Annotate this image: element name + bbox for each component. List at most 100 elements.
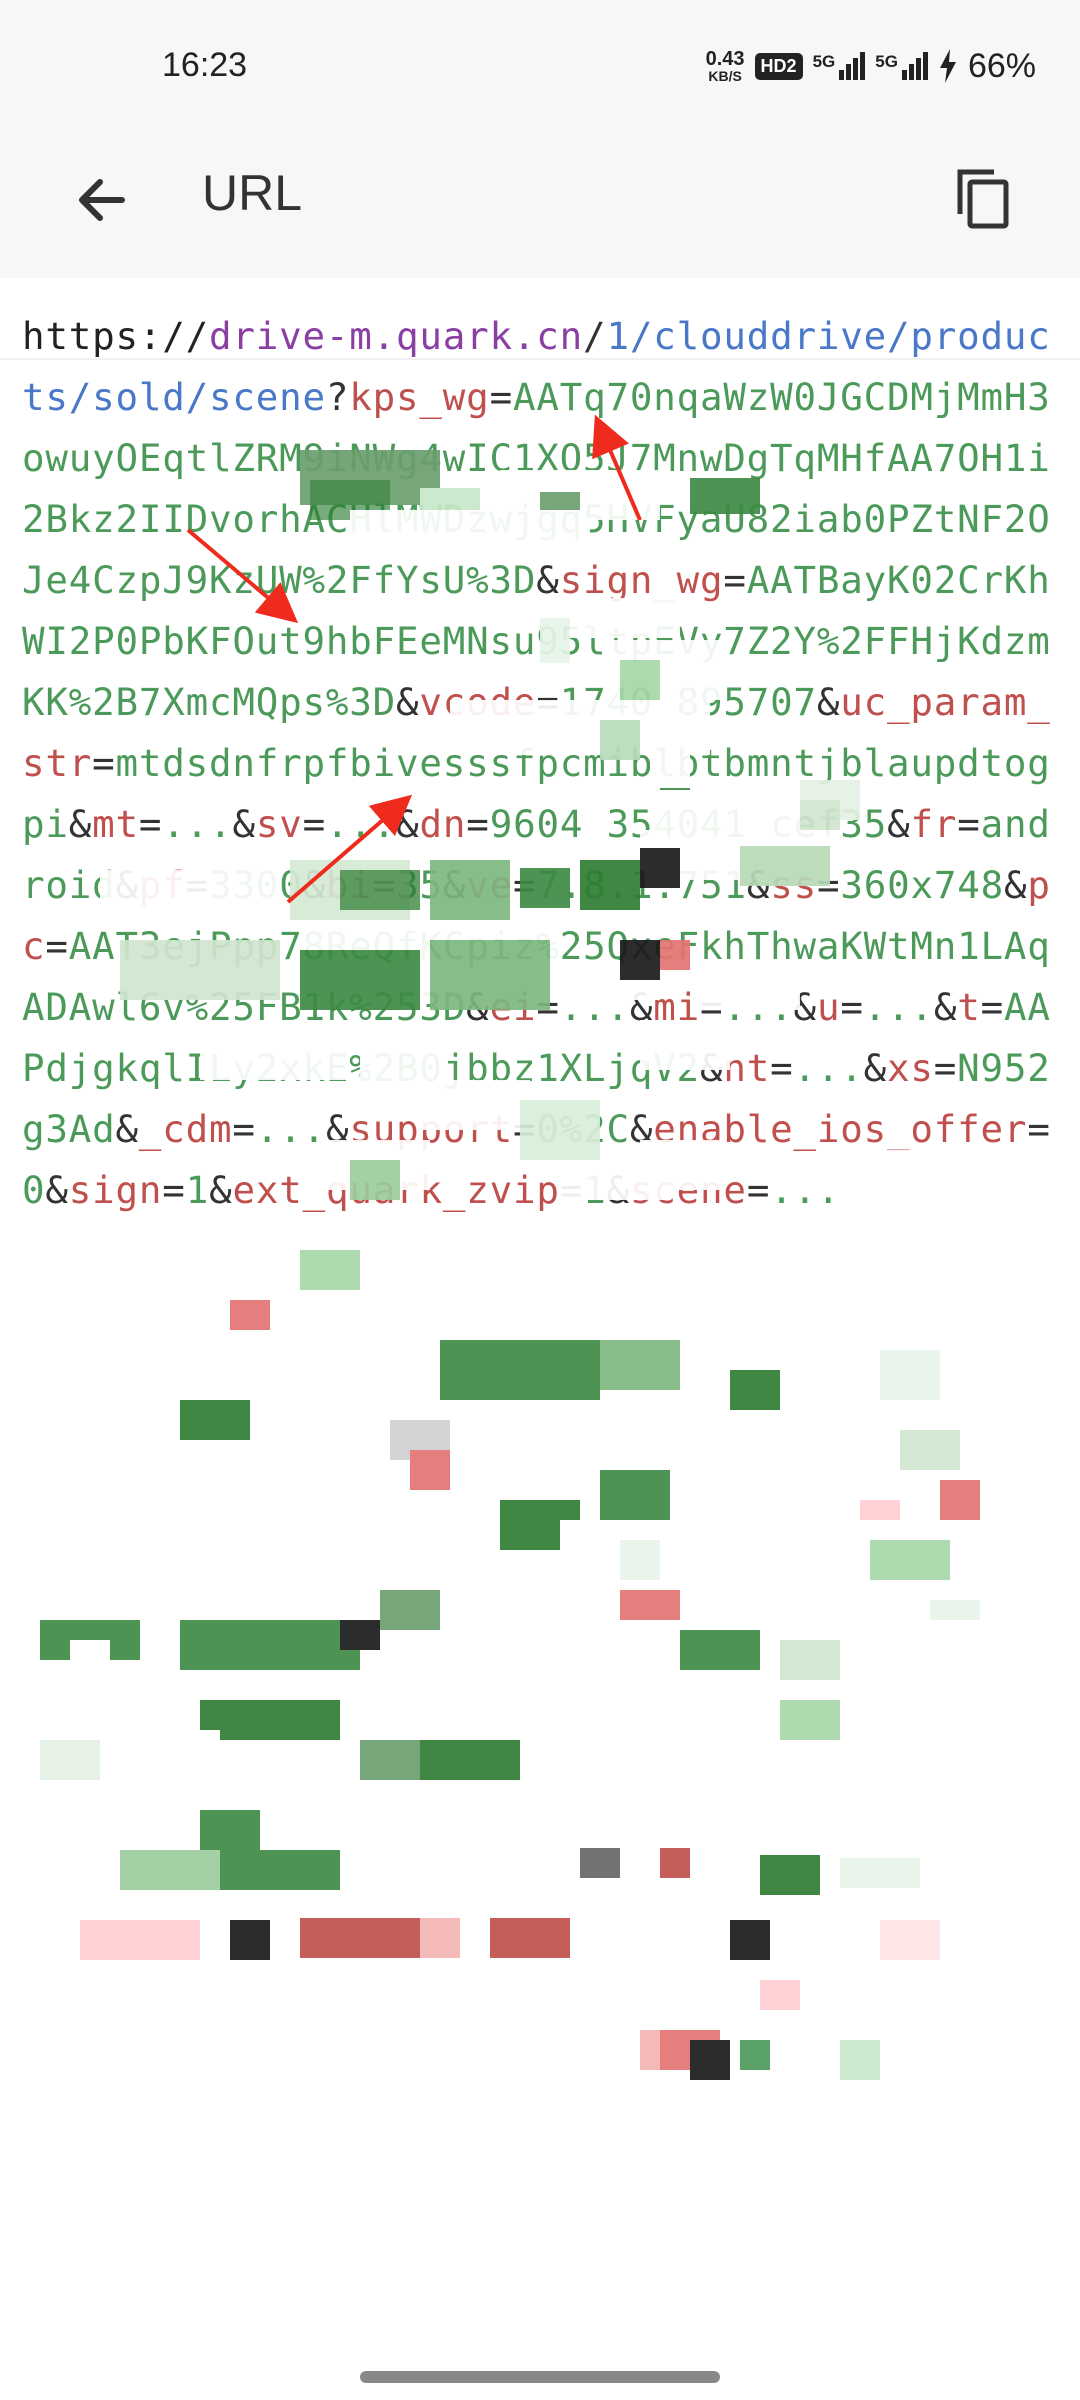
param-equals: = bbox=[466, 802, 490, 846]
param-key: support bbox=[349, 1107, 513, 1151]
param-separator: & bbox=[933, 985, 958, 1029]
param-separator: & bbox=[629, 1107, 654, 1151]
param-equals: = bbox=[700, 985, 724, 1029]
param-separator: & bbox=[887, 802, 911, 846]
param-equals: = bbox=[489, 375, 513, 419]
copy-icon[interactable] bbox=[948, 164, 1020, 236]
param-equals: = bbox=[232, 1107, 256, 1151]
param-equals: = bbox=[746, 1168, 771, 1212]
param-separator: & bbox=[699, 1046, 724, 1090]
param-key: sv bbox=[255, 802, 303, 846]
status-indicators: 0.43 KB/S HD2 5G 5G 66% bbox=[706, 44, 1036, 88]
param-separator: & bbox=[209, 1168, 233, 1212]
param-equals: = bbox=[45, 924, 69, 968]
url-query-mark: ? bbox=[325, 375, 350, 419]
url-text[interactable]: https://drive-m.quark.cn/1/clouddrive/pr… bbox=[22, 306, 1062, 1221]
param-key: enable_ios_offer bbox=[653, 1107, 1028, 1151]
param-value: 0 bbox=[22, 1168, 46, 1212]
param-key: vcode bbox=[419, 680, 537, 724]
param-key: mt bbox=[92, 802, 139, 846]
network-speed: 0.43 KB/S bbox=[706, 49, 745, 83]
param-value: 35 bbox=[396, 863, 443, 907]
param-equals: = bbox=[92, 741, 116, 785]
param-key: scene bbox=[629, 1168, 747, 1212]
param-separator: & bbox=[466, 985, 490, 1029]
param-equals: = bbox=[980, 985, 1005, 1029]
param-separator: & bbox=[1004, 863, 1028, 907]
param-equals: = bbox=[302, 802, 326, 846]
param-equals: = bbox=[559, 1168, 584, 1212]
param-value: ... bbox=[255, 1107, 326, 1151]
param-equals: = bbox=[770, 1046, 794, 1090]
url-scheme: https:// bbox=[22, 314, 210, 358]
sim1-signal-icon: 5G bbox=[813, 52, 866, 80]
battery-percent: 66% bbox=[967, 46, 1036, 85]
param-value: 0%2C bbox=[536, 1107, 630, 1151]
param-key: pf bbox=[138, 863, 186, 907]
sim2-signal-icon: 5G bbox=[875, 52, 928, 80]
param-value: ... bbox=[793, 1046, 864, 1090]
param-key: fr bbox=[910, 802, 958, 846]
param-value: ... bbox=[723, 985, 794, 1029]
param-equals: = bbox=[536, 680, 560, 724]
param-key: sign bbox=[68, 1168, 163, 1212]
url-content: https://drive-m.quark.cn/1/clouddrive/pr… bbox=[0, 278, 1080, 2378]
network-speed-unit: KB/S bbox=[708, 68, 742, 84]
param-equals: = bbox=[512, 1107, 537, 1151]
status-bar: 16:23 0.43 KB/S HD2 5G 5G 66% bbox=[0, 0, 1080, 130]
param-value: 1740 895707 bbox=[559, 680, 817, 724]
param-equals: = bbox=[185, 863, 210, 907]
param-key: kps_wg bbox=[349, 375, 490, 419]
param-key: nt bbox=[723, 1046, 771, 1090]
param-key: mi bbox=[653, 985, 701, 1029]
network-speed-value: 0.43 bbox=[705, 48, 745, 70]
param-equals: = bbox=[138, 802, 163, 846]
param-value: ... bbox=[162, 802, 233, 846]
param-key: ei bbox=[489, 985, 537, 1029]
param-key: xs bbox=[887, 1046, 934, 1090]
param-separator: & bbox=[816, 680, 841, 724]
hd-voice-icon: HD2 bbox=[754, 52, 803, 80]
param-value: 3300 bbox=[209, 863, 303, 907]
param-separator: & bbox=[45, 1168, 69, 1212]
param-separator: & bbox=[232, 802, 256, 846]
param-key: u bbox=[816, 985, 841, 1029]
param-separator: & bbox=[396, 680, 420, 724]
param-separator: & bbox=[325, 1107, 350, 1151]
sim2-network-label: 5G bbox=[875, 52, 898, 71]
param-separator: & bbox=[302, 863, 326, 907]
param-key: _cdm bbox=[138, 1107, 233, 1151]
param-separator: & bbox=[536, 558, 560, 602]
param-separator: & bbox=[115, 863, 139, 907]
param-value: ... bbox=[559, 985, 630, 1029]
param-value: 9604 354041 cef35 bbox=[489, 802, 888, 846]
param-separator: & bbox=[606, 1168, 630, 1212]
sim1-network-label: 5G bbox=[812, 52, 836, 71]
param-value: 1 bbox=[583, 1168, 607, 1212]
param-key: ss bbox=[770, 863, 817, 907]
param-key: ext_quark_zvip bbox=[232, 1168, 560, 1212]
home-indicator[interactable] bbox=[360, 2371, 720, 2383]
charging-bolt-icon bbox=[939, 49, 956, 83]
param-value: 7.8.1.751 bbox=[536, 863, 747, 907]
arrow-left-icon[interactable] bbox=[70, 168, 134, 232]
status-time: 16:23 bbox=[162, 46, 248, 84]
param-key: t bbox=[957, 985, 981, 1029]
url-host: drive-m.quark.cn bbox=[209, 314, 584, 358]
param-separator: & bbox=[746, 863, 771, 907]
param-equals: = bbox=[162, 1168, 186, 1212]
param-equals: = bbox=[1027, 1107, 1051, 1151]
param-separator: & bbox=[68, 802, 93, 846]
param-equals: = bbox=[536, 985, 560, 1029]
param-key: ve bbox=[466, 863, 514, 907]
url-path-slash: / bbox=[583, 314, 607, 358]
param-separator: & bbox=[629, 985, 654, 1029]
param-value: 1 bbox=[185, 1168, 210, 1212]
param-equals: = bbox=[817, 863, 841, 907]
param-separator: & bbox=[793, 985, 817, 1029]
app-bar: URL bbox=[0, 130, 1080, 278]
param-separator: & bbox=[115, 1107, 139, 1151]
param-key: sign_wg bbox=[559, 558, 724, 602]
param-key: dn bbox=[419, 802, 467, 846]
param-value: ... bbox=[326, 802, 397, 846]
